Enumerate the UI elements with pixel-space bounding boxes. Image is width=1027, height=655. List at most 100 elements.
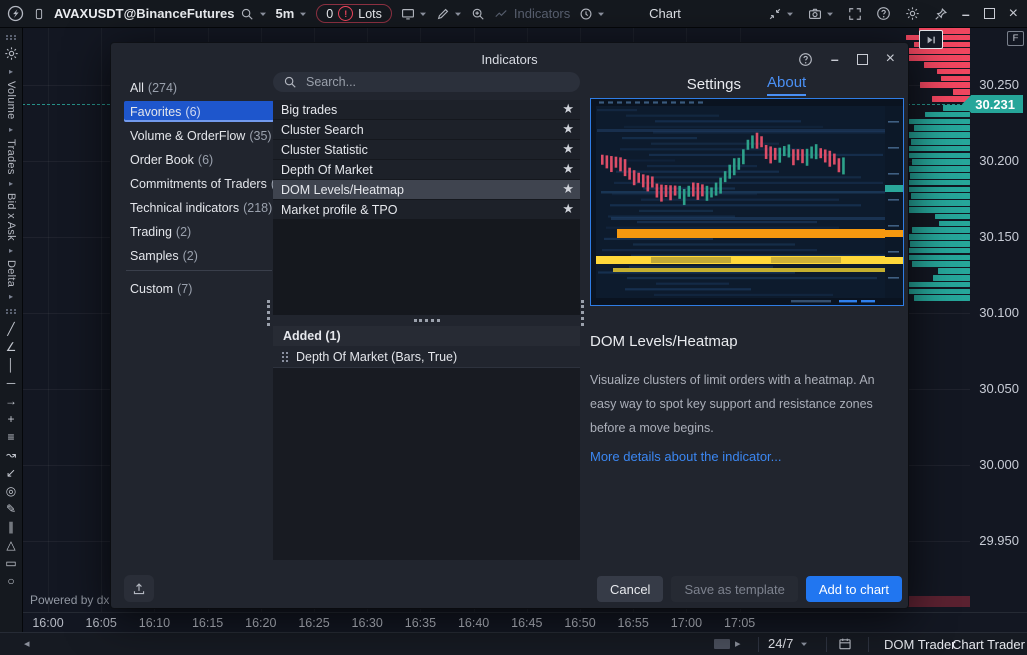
indicator-dom-levels-heatmap[interactable]: DOM Levels/Heatmap★: [273, 180, 580, 199]
panel-section-bid-x-ask[interactable]: Bid x Ask: [5, 193, 17, 241]
draw-tool-cross-line[interactable]: +: [7, 410, 14, 428]
scroll-right-arrow[interactable]: ▸: [735, 637, 741, 650]
more-details-link[interactable]: More details about the indicator...: [590, 449, 782, 464]
panel-section-trades[interactable]: Trades: [5, 139, 17, 175]
dialog-maximize-button[interactable]: [857, 54, 868, 65]
pin-icon[interactable]: [934, 7, 948, 21]
category-custom[interactable]: Custom(7): [124, 278, 274, 299]
session-selector[interactable]: 24/7: [768, 636, 808, 651]
chart-settings-gear-icon[interactable]: [4, 46, 19, 61]
draw-tool-price-levels[interactable]: ≡: [7, 428, 14, 446]
help-icon[interactable]: [876, 6, 891, 21]
favorite-star-icon[interactable]: ★: [562, 141, 574, 157]
resize-button[interactable]: [768, 7, 794, 21]
draw-button[interactable]: [436, 7, 462, 21]
favorite-star-icon[interactable]: ★: [562, 101, 574, 117]
search-input[interactable]: [304, 74, 570, 90]
close-button[interactable]: ×: [1009, 5, 1018, 23]
scrollbar-thumb[interactable]: [714, 639, 730, 649]
category-favorites[interactable]: Favorites(6): [124, 101, 274, 122]
about-panel: SettingsAbout DOM Levels/Heatmap Visuali…: [590, 72, 903, 96]
search-box[interactable]: [273, 72, 580, 92]
chart-trader-button[interactable]: Chart Trader: [952, 637, 1025, 652]
draw-tool-rectangle[interactable]: ▭: [5, 554, 16, 572]
calendar-icon[interactable]: [838, 637, 852, 651]
section-expand-icon[interactable]: ▸: [9, 179, 13, 188]
indicator-market-profile-tpo[interactable]: Market profile & TPO★: [273, 200, 580, 219]
watchlist-panel-icon[interactable]: [33, 7, 45, 21]
category-label: All: [130, 81, 144, 95]
draw-tool-horizontal-line[interactable]: ─: [7, 374, 16, 392]
draw-tool-curve[interactable]: ↝: [6, 446, 16, 464]
indicator-cluster-statistic[interactable]: Cluster Statistic★: [273, 140, 580, 159]
section-expand-icon[interactable]: ▸: [9, 246, 13, 255]
category-trading[interactable]: Trading(2): [124, 221, 274, 242]
indicator-big-trades[interactable]: Big trades★: [273, 100, 580, 119]
category-all[interactable]: All(274): [124, 77, 274, 98]
draw-tool-trend-angle[interactable]: ∠: [6, 338, 17, 356]
indicator-preview-image: [590, 98, 904, 306]
time-axis[interactable]: 16:0016:0516:1016:1516:2016:2516:3016:35…: [22, 612, 1027, 633]
section-expand-icon[interactable]: ▸: [9, 292, 13, 301]
time-label-16-50: 16:50: [564, 616, 595, 630]
export-template-button[interactable]: [124, 575, 154, 602]
maximize-button[interactable]: [984, 8, 995, 19]
dialog-help-icon[interactable]: [798, 52, 813, 67]
lots-control[interactable]: 0 ! Lots: [316, 4, 392, 23]
draw-tool-vertical-line[interactable]: │: [7, 356, 15, 374]
symbol-selector[interactable]: AVAXUSDT@BinanceFutures: [54, 6, 267, 21]
category-commitments-of-traders[interactable]: Commitments of Traders(4): [124, 173, 274, 194]
save-as-template-button[interactable]: Save as template: [671, 576, 797, 602]
price-label-30.000: 30.000: [979, 457, 1019, 472]
favorite-star-icon[interactable]: ★: [562, 161, 574, 177]
screenshot-button[interactable]: [808, 7, 834, 21]
left-resize-grip[interactable]: [267, 300, 270, 326]
draw-tool-ellipse[interactable]: ○: [7, 572, 14, 590]
tab-settings[interactable]: Settings: [687, 76, 741, 96]
indicator-depth-of-market[interactable]: Depth Of Market★: [273, 160, 580, 179]
toolbar-grip-icon[interactable]: [10, 309, 12, 311]
panel-section-volume[interactable]: Volume: [5, 81, 17, 120]
timeframe-selector[interactable]: 5m: [276, 6, 308, 21]
tab-about[interactable]: About: [767, 74, 806, 96]
gear-icon[interactable]: [905, 6, 920, 21]
added-item-depth-of-market-bars-true[interactable]: Depth Of Market (Bars, True): [273, 346, 580, 368]
draw-tool-trend-line[interactable]: ╱: [7, 320, 14, 338]
draw-tool-circle-marker[interactable]: ◎: [6, 482, 16, 500]
drag-handle-icon[interactable]: [282, 352, 284, 354]
cancel-button[interactable]: Cancel: [597, 576, 663, 602]
category-samples[interactable]: Samples(2): [124, 245, 274, 266]
dialog-minimize-button[interactable]: –: [831, 51, 839, 67]
category-technical-indicators[interactable]: Technical indicators(218): [124, 197, 274, 218]
category-order-book[interactable]: Order Book(6): [124, 149, 274, 170]
add-to-chart-button[interactable]: Add to chart: [806, 576, 902, 602]
favorite-star-icon[interactable]: ★: [562, 121, 574, 137]
section-expand-icon[interactable]: ▸: [9, 125, 13, 134]
indicators-button[interactable]: Indicators: [494, 6, 570, 21]
zoom-in-icon[interactable]: [471, 7, 485, 21]
go-to-live-button[interactable]: [919, 30, 943, 49]
draw-tool-brush[interactable]: ✎: [6, 500, 16, 518]
draw-tool-arrow[interactable]: →: [5, 392, 17, 410]
right-resize-grip[interactable]: [581, 300, 584, 326]
minimize-button[interactable]: –: [962, 6, 970, 22]
splitter-dots-icon: [414, 319, 440, 322]
panel-section-delta[interactable]: Delta: [5, 260, 17, 287]
toolbar-grip-icon[interactable]: [10, 35, 12, 37]
fullscreen-icon[interactable]: [848, 7, 862, 21]
dom-trader-button[interactable]: DOM Trader: [884, 637, 956, 652]
scroll-left-arrow[interactable]: ◂: [24, 637, 30, 650]
indicator-cluster-search[interactable]: Cluster Search★: [273, 120, 580, 139]
favorite-star-icon[interactable]: ★: [562, 181, 574, 197]
draw-tool-extended-line[interactable]: ↙: [6, 464, 16, 482]
dialog-close-button[interactable]: ×: [886, 50, 895, 68]
draw-tool-triangle[interactable]: △: [6, 536, 15, 554]
chevron-down-icon: [786, 10, 794, 18]
app-logo-icon[interactable]: [7, 5, 24, 22]
section-expand-icon[interactable]: ▸: [9, 67, 13, 76]
favorite-star-icon[interactable]: ★: [562, 201, 574, 217]
category-volume-orderflow[interactable]: Volume & OrderFlow(35): [124, 125, 274, 146]
draw-tool-parallel-lines[interactable]: ∥: [8, 518, 14, 536]
layout-button[interactable]: [401, 7, 427, 21]
splitter-handle[interactable]: [273, 316, 580, 325]
